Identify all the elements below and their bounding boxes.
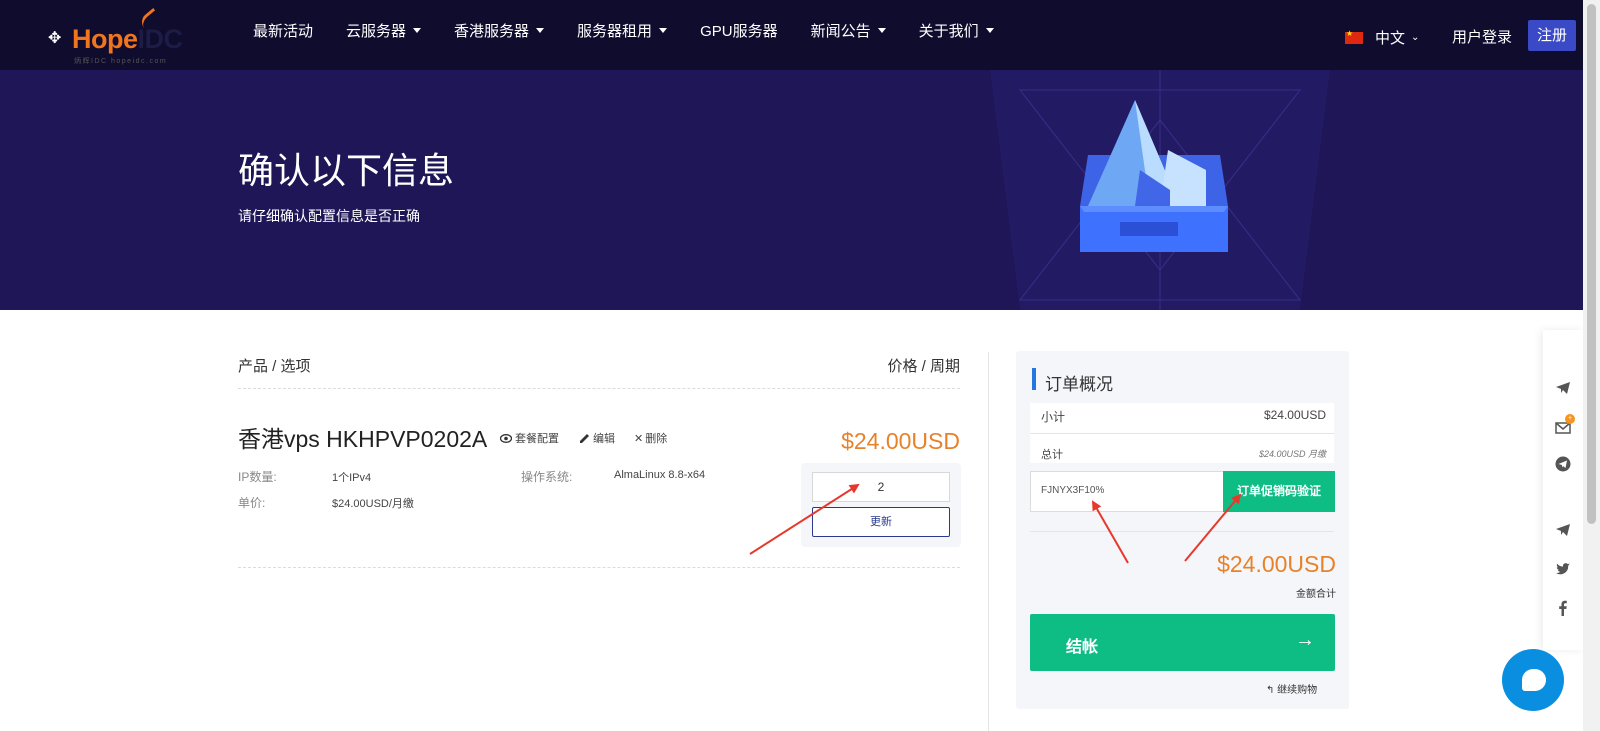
floating-contact-bar: + (1543, 330, 1583, 650)
divider (238, 388, 960, 389)
total-label: 总计 (1041, 449, 1063, 461)
scrollbar-thumb[interactable] (1587, 4, 1596, 524)
unit-price-value: $24.00USD/月缴 (332, 498, 414, 510)
subtotal-value: $24.00USD (1263, 408, 1326, 422)
title-accent-bar (1032, 368, 1036, 390)
logo-mark-icon: ✥ (48, 30, 62, 47)
language-selector[interactable]: 中文 ⌄ (1345, 27, 1419, 48)
page-title: 确认以下信息 (238, 150, 455, 191)
os-value: AlmaLinux 8.8-x64 (614, 469, 706, 481)
telegram-circle-icon[interactable] (1555, 456, 1571, 472)
chevron-down-icon: ⌄ (1411, 32, 1420, 43)
logo-text-a: Hope (72, 24, 138, 54)
chat-bubble-icon (1522, 669, 1546, 691)
promo-validate-button[interactable]: 订单促销码验证 (1223, 471, 1335, 512)
divider (238, 567, 960, 568)
order-summary-title: 订单概况 (1045, 375, 1113, 394)
arrow-right-icon: → (1295, 629, 1315, 651)
grand-total-value: $24.00USD (1217, 551, 1336, 577)
menu-item-gpu-servers[interactable]: GPU服务器 (700, 0, 778, 70)
ip-label: IP数量: (238, 470, 277, 484)
quantity-input[interactable]: 2 (812, 472, 950, 502)
close-icon: ✕ (634, 432, 644, 445)
caret-down-icon (659, 28, 668, 33)
caret-down-icon (985, 28, 994, 33)
cart-header-product: 产品 / 选项 (238, 358, 311, 375)
column-divider (988, 352, 989, 731)
divider (1030, 531, 1334, 532)
total-value: $24.00USD 月缴 (1258, 449, 1326, 459)
hero-banner: 确认以下信息 请仔细确认配置信息是否正确 (0, 70, 1583, 310)
menu-item-news[interactable]: 新闻公告 (811, 0, 886, 70)
menu-item-hk-servers[interactable]: 香港服务器 (454, 0, 545, 70)
pencil-icon (580, 433, 589, 443)
caret-down-icon (413, 28, 422, 33)
china-flag-icon (1345, 29, 1363, 44)
live-chat-button[interactable] (1502, 649, 1564, 711)
telegram-icon[interactable] (1555, 380, 1571, 396)
register-button[interactable]: 注册 (1528, 20, 1576, 51)
order-summary-panel: 订单概况 小计 $24.00USD 总计 $24.00USD 月缴 FJNYX3… (1016, 351, 1349, 709)
caret-down-icon (536, 28, 545, 33)
promo-code-input[interactable]: FJNYX3F10% (1041, 485, 1104, 496)
top-navbar: ✥ HopeIDC 炳辉IDC hopeidc.com 最新活动 云服务器 香港… (0, 0, 1600, 70)
menu-item-latest-activities[interactable]: 最新活动 (253, 0, 313, 70)
checkout-button[interactable]: 结帐 → (1030, 614, 1335, 671)
package-config-link[interactable]: 套餐配置 (500, 430, 559, 446)
cart-header-price: 价格 / 周期 (887, 358, 960, 375)
facebook-icon[interactable] (1555, 600, 1571, 616)
promo-code-group: FJNYX3F10% 订单促销码验证 (1030, 471, 1335, 512)
language-label: 中文 (1375, 30, 1406, 47)
login-link[interactable]: 用户登录 (1452, 26, 1512, 47)
subtotal-label: 小计 (1041, 410, 1066, 424)
ip-value: 1个IPv4 (332, 472, 372, 484)
telegram-icon[interactable] (1555, 522, 1571, 538)
update-button[interactable]: 更新 (812, 507, 950, 537)
page-scrollbar[interactable] (1583, 0, 1600, 731)
divider (1030, 433, 1334, 434)
hero-illustration (990, 70, 1330, 310)
unit-price-label: 单价: (238, 496, 266, 510)
twitter-icon[interactable] (1555, 561, 1571, 577)
grand-total-label: 金额合计 (1296, 589, 1336, 600)
page-subtitle: 请仔细确认配置信息是否正确 (238, 208, 420, 224)
menu-item-about-us[interactable]: 关于我们 (919, 0, 994, 70)
menu-item-cloud-servers[interactable]: 云服务器 (346, 0, 422, 70)
edit-link[interactable]: 编辑 (579, 430, 615, 446)
logo[interactable]: ✥ HopeIDC 炳辉IDC hopeidc.com (46, 7, 196, 65)
notification-badge: + (1565, 414, 1575, 424)
menu-item-server-rental[interactable]: 服务器租用 (577, 0, 668, 70)
continue-shopping-link[interactable]: ↰ 继续购物 (1266, 681, 1317, 696)
checkout-label: 结帐 (1066, 639, 1099, 656)
product-name: 香港vps HKHPVP0202A (238, 426, 488, 452)
eye-icon (500, 433, 512, 443)
caret-down-icon (877, 28, 886, 33)
product-price: $24.00USD (841, 428, 960, 454)
return-arrow-icon: ↰ (1266, 685, 1275, 696)
logo-tagline: 炳辉IDC hopeidc.com (74, 58, 168, 65)
os-label: 操作系统: (521, 470, 573, 484)
delete-link[interactable]: ✕ 删除 (634, 430, 667, 446)
main-menu: 最新活动 云服务器 香港服务器 服务器租用 GPU服务器 新闻公告 关于我们 (253, 0, 1027, 70)
